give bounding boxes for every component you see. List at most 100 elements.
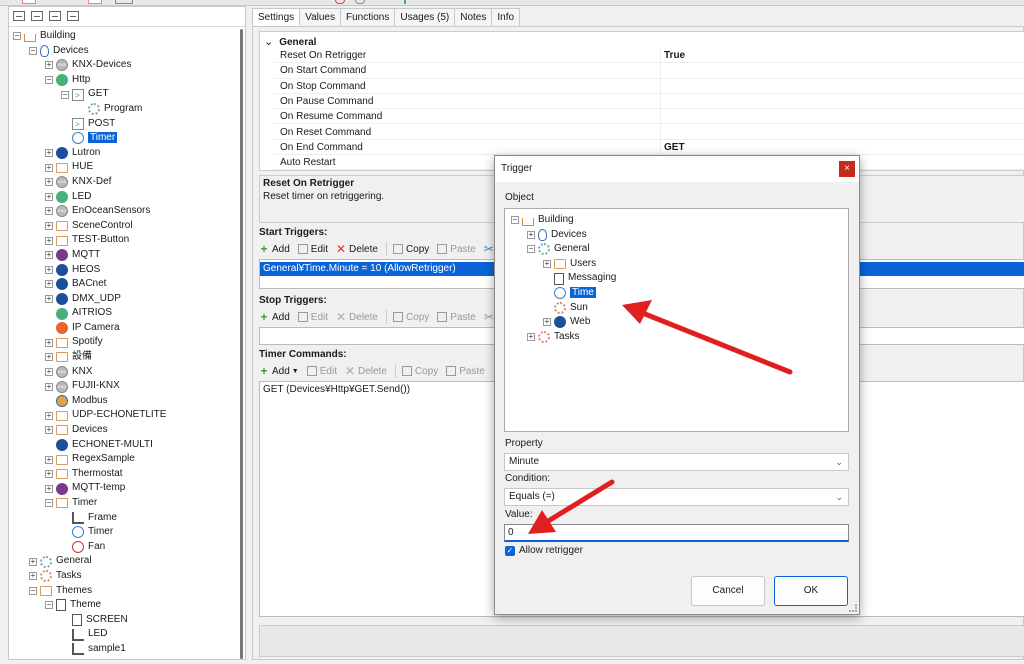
dialog-titlebar[interactable]: Trigger × [495, 156, 859, 182]
expand-toggle-icon[interactable]: + [45, 265, 53, 274]
paste-button[interactable]: Paste [437, 244, 476, 255]
tab-notes[interactable]: Notes [454, 8, 493, 26]
paste-button[interactable]: Paste [446, 366, 485, 377]
toolbar-button-fragment[interactable] [88, 0, 102, 4]
project-tree-node[interactable]: + UDP-ECHONETLITE [9, 408, 245, 423]
delete-button[interactable]: ✕ Delete [336, 243, 378, 255]
tree-scrollbar[interactable] [240, 29, 243, 659]
copy-button[interactable]: Copy [392, 244, 429, 255]
property-select[interactable]: Minute ⌄ [504, 453, 849, 471]
expand-toggle-icon[interactable]: + [45, 353, 53, 362]
condition-select[interactable]: Equals (=) ⌄ [504, 488, 849, 506]
collapse-toggle-icon[interactable]: − [61, 90, 69, 99]
project-tree-node[interactable]: + KNX-Devices [9, 58, 245, 73]
expand-toggle-icon[interactable]: + [45, 61, 53, 70]
expand-toggle-icon[interactable]: + [45, 280, 53, 289]
object-tree-node[interactable]: Sun [511, 301, 848, 316]
collapse-toggle-icon[interactable]: − [29, 46, 37, 55]
project-tree-node[interactable]: + LED [9, 190, 245, 205]
expand-toggle-icon[interactable]: + [29, 557, 37, 566]
timer-command-item[interactable]: GET (Devices¥Http¥GET.Send()) [263, 384, 410, 395]
collapse-toggle-icon[interactable]: − [511, 216, 519, 225]
project-tree-node[interactable]: LED [9, 627, 245, 642]
property-row[interactable]: On Stop Command [274, 78, 1024, 94]
tab-settings[interactable]: Settings [252, 8, 301, 26]
expand-toggle-icon[interactable]: + [45, 455, 53, 464]
copy-button[interactable]: Copy [392, 312, 429, 323]
expand-toggle-icon[interactable]: + [543, 318, 551, 327]
project-tree-node[interactable]: AITRIOS [9, 306, 245, 321]
expand-all-icon[interactable] [13, 11, 25, 21]
copy-button[interactable]: Copy [401, 366, 438, 377]
add-button[interactable]: + Add [259, 243, 289, 255]
expand-toggle-icon[interactable]: + [45, 163, 53, 172]
property-row[interactable]: On Reset Command [274, 124, 1024, 140]
collapse-all-icon[interactable] [31, 11, 43, 21]
expand-toggle-icon[interactable]: + [45, 236, 53, 245]
expand-toggle-icon[interactable]: + [527, 333, 535, 342]
project-tree-node[interactable]: Frame [9, 511, 245, 526]
project-tree-node[interactable]: + MQTT [9, 248, 245, 263]
expand-toggle-icon[interactable]: + [45, 338, 53, 347]
toolbar-button-fragment[interactable] [355, 0, 365, 4]
expand-toggle-icon[interactable]: + [527, 230, 535, 239]
project-tree-node[interactable]: SCREEN [9, 613, 245, 628]
object-tree-node[interactable]: + Web [511, 315, 848, 330]
expand-toggle-icon[interactable]: + [45, 367, 53, 376]
collapse-toggle-icon[interactable]: − [13, 32, 21, 41]
project-tree-node[interactable]: + Spotify [9, 335, 245, 350]
ok-button[interactable]: OK [774, 576, 848, 606]
tab-functions[interactable]: Functions [339, 8, 396, 26]
paste-button[interactable]: Paste [437, 312, 476, 323]
tab-info[interactable]: Info [491, 8, 521, 26]
project-tree-node[interactable]: + KNX-Def [9, 175, 245, 190]
allow-retrigger-checkbox[interactable]: ✓ Allow retrigger [505, 545, 583, 556]
project-tree-node[interactable]: + 設備 [9, 350, 245, 365]
expand-toggle-icon[interactable]: + [45, 426, 53, 435]
expand-toggle-icon[interactable]: + [45, 294, 53, 303]
property-row[interactable]: On Pause Command [274, 93, 1024, 110]
add-dropdown-button[interactable]: + Add ▼ [259, 365, 298, 377]
collapse-icon[interactable] [67, 11, 79, 21]
expand-toggle-icon[interactable]: + [45, 382, 53, 391]
project-tree-node[interactable]: + Lutron [9, 146, 245, 161]
object-tree-node[interactable]: + Devices [511, 228, 848, 243]
object-tree-node[interactable]: Messaging [511, 271, 848, 286]
expand-toggle-icon[interactable]: + [45, 251, 53, 260]
project-tree-node[interactable]: − Themes [9, 584, 245, 599]
value-input[interactable]: 0 [504, 524, 849, 542]
project-tree-node[interactable]: + EnOceanSensors [9, 204, 245, 219]
close-button[interactable]: × [839, 161, 855, 177]
project-tree-node[interactable]: + DMX_UDP [9, 292, 245, 307]
object-tree[interactable]: − Building + Devices − General + Users Messaging… [504, 208, 849, 432]
project-tree-node[interactable]: + HUE [9, 160, 245, 175]
project-tree-node[interactable]: Timer [9, 525, 245, 540]
toolbar-button-fragment[interactable] [404, 0, 406, 4]
object-tree-node[interactable]: + Users [511, 257, 848, 272]
project-tree-node[interactable]: + BACnet [9, 277, 245, 292]
expand-toggle-icon[interactable]: + [45, 149, 53, 158]
collapse-toggle-icon[interactable]: − [45, 601, 53, 610]
toolbar-button-fragment[interactable] [22, 0, 36, 4]
edit-button[interactable]: Edit [297, 244, 328, 255]
tab-usages[interactable]: Usages (5) [394, 8, 456, 26]
project-tree-node[interactable]: sample1 [9, 642, 245, 657]
project-tree-node[interactable]: − GET [9, 87, 245, 103]
property-row[interactable]: On Start Command [274, 63, 1024, 79]
collapse-toggle-icon[interactable]: − [45, 76, 53, 85]
expand-toggle-icon[interactable]: + [45, 411, 53, 420]
collapse-toggle-icon[interactable]: − [29, 586, 37, 595]
collapse-toggle-icon[interactable]: − [45, 499, 53, 508]
toolbar-button-fragment[interactable] [335, 0, 345, 4]
project-tree-node[interactable]: Program [9, 102, 245, 117]
project-tree-node[interactable]: + Thermostat [9, 467, 245, 482]
expand-toggle-icon[interactable]: + [45, 484, 53, 493]
property-value[interactable]: GET [664, 140, 685, 155]
project-tree-node[interactable]: − Devices [9, 44, 245, 59]
project-tree-node[interactable]: − Building [9, 29, 245, 44]
object-tree-node[interactable]: Time [511, 286, 848, 301]
expand-toggle-icon[interactable]: + [45, 207, 53, 216]
delete-button[interactable]: ✕ Delete [345, 365, 387, 377]
resize-grip-icon[interactable] [849, 604, 857, 612]
project-tree-node[interactable]: + Devices [9, 423, 245, 438]
